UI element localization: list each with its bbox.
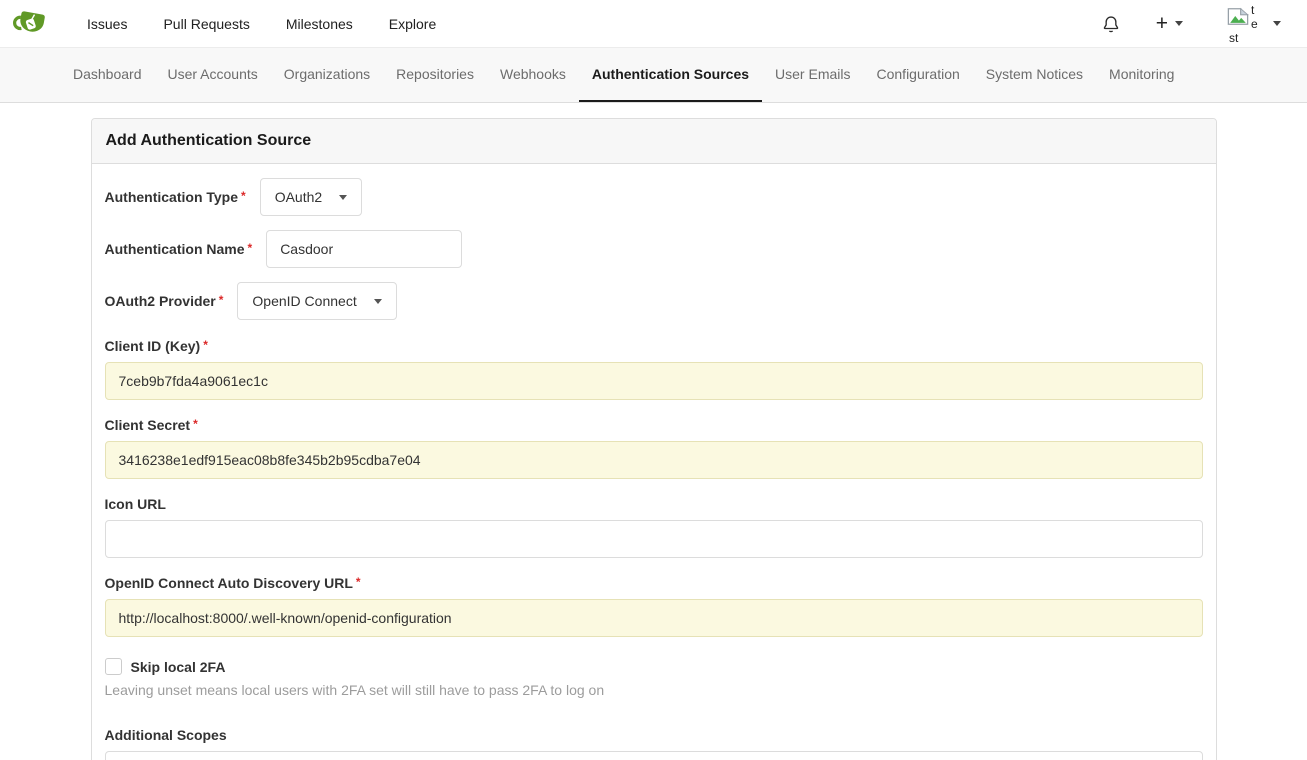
tab-repositories[interactable]: Repositories <box>383 48 487 102</box>
broken-image-icon <box>1227 7 1249 26</box>
auth-type-value: OAuth2 <box>275 189 322 205</box>
client-secret-input[interactable] <box>105 441 1203 479</box>
admin-tabbar: Dashboard User Accounts Organizations Re… <box>0 48 1307 103</box>
required-asterisk: * <box>203 338 208 352</box>
nav-link-pull-requests[interactable]: Pull Requests <box>145 0 267 48</box>
auth-type-label: Authentication Type* <box>105 189 246 205</box>
tab-organizations[interactable]: Organizations <box>271 48 383 102</box>
auto-discovery-url-input[interactable] <box>105 599 1203 637</box>
skip-local-2fa-help: Leaving unset means local users with 2FA… <box>105 682 1203 698</box>
auto-discovery-url-field: OpenID Connect Auto Discovery URL* <box>105 575 1203 637</box>
client-id-field: Client ID (Key)* <box>105 338 1203 400</box>
add-auth-source-panel: Add Authentication Source Authentication… <box>91 118 1217 760</box>
required-asterisk: * <box>356 575 361 589</box>
tab-monitoring[interactable]: Monitoring <box>1096 48 1187 102</box>
auth-source-form: Authentication Type* OAuth2 Authenticati… <box>92 164 1216 760</box>
oauth2-provider-value: OpenID Connect <box>252 293 356 309</box>
tab-configuration[interactable]: Configuration <box>864 48 973 102</box>
skip-local-2fa-checkbox[interactable] <box>105 658 122 675</box>
tab-user-emails[interactable]: User Emails <box>762 48 863 102</box>
auto-discovery-url-label: OpenID Connect Auto Discovery URL* <box>105 575 1203 591</box>
additional-scopes-input[interactable] <box>105 751 1203 760</box>
chevron-down-icon <box>374 299 382 304</box>
nav-link-issues[interactable]: Issues <box>69 0 145 48</box>
additional-scopes-field: Additional Scopes <box>105 727 1203 760</box>
required-asterisk: * <box>248 241 253 255</box>
required-asterisk: * <box>219 293 224 307</box>
auth-name-input[interactable] <box>266 230 462 268</box>
auth-type-field: Authentication Type* OAuth2 <box>105 178 1203 216</box>
tab-authentication-sources[interactable]: Authentication Sources <box>579 48 762 102</box>
skip-local-2fa-label: Skip local 2FA <box>131 659 226 675</box>
navbar-links: Issues Pull Requests Milestones Explore <box>69 0 454 48</box>
plus-icon: + <box>1156 13 1168 34</box>
nav-link-explore[interactable]: Explore <box>371 0 454 48</box>
icon-url-input[interactable] <box>105 520 1203 558</box>
auth-type-select[interactable]: OAuth2 <box>260 178 362 216</box>
client-secret-field: Client Secret* <box>105 417 1203 479</box>
tab-webhooks[interactable]: Webhooks <box>487 48 579 102</box>
client-secret-label: Client Secret* <box>105 417 1203 433</box>
chevron-down-icon <box>339 195 347 200</box>
auth-name-field: Authentication Name* <box>105 230 1203 268</box>
chevron-down-icon <box>1175 21 1183 26</box>
required-asterisk: * <box>241 189 246 203</box>
oauth2-provider-label: OAuth2 Provider* <box>105 293 224 309</box>
icon-url-label: Icon URL <box>105 496 1203 512</box>
nav-link-milestones[interactable]: Milestones <box>268 0 371 48</box>
auth-name-label: Authentication Name* <box>105 241 253 257</box>
tab-system-notices[interactable]: System Notices <box>973 48 1096 102</box>
skip-local-2fa-row[interactable]: Skip local 2FA <box>105 658 1203 675</box>
tab-user-accounts[interactable]: User Accounts <box>155 48 271 102</box>
panel-title: Add Authentication Source <box>92 119 1216 164</box>
skip-local-2fa-field: Skip local 2FA Leaving unset means local… <box>105 658 1203 698</box>
navbar-right: + t e st <box>1098 3 1281 45</box>
oauth2-provider-select[interactable]: OpenID Connect <box>237 282 396 320</box>
oauth2-provider-field: OAuth2 Provider* OpenID Connect <box>105 282 1203 320</box>
tab-dashboard[interactable]: Dashboard <box>60 48 155 102</box>
client-id-label: Client ID (Key)* <box>105 338 1203 354</box>
required-asterisk: * <box>193 417 198 431</box>
gitea-logo-icon[interactable] <box>13 8 49 40</box>
chevron-down-icon <box>1273 21 1281 26</box>
create-new-dropdown[interactable]: + <box>1156 13 1183 34</box>
client-id-input[interactable] <box>105 362 1203 400</box>
icon-url-field: Icon URL <box>105 496 1203 558</box>
top-navbar: Issues Pull Requests Milestones Explore … <box>0 0 1307 48</box>
user-menu-dropdown[interactable]: t e st <box>1227 3 1281 45</box>
avatar: t e st <box>1227 3 1263 45</box>
notifications-bell-icon[interactable] <box>1098 10 1124 38</box>
additional-scopes-label: Additional Scopes <box>105 727 1203 743</box>
